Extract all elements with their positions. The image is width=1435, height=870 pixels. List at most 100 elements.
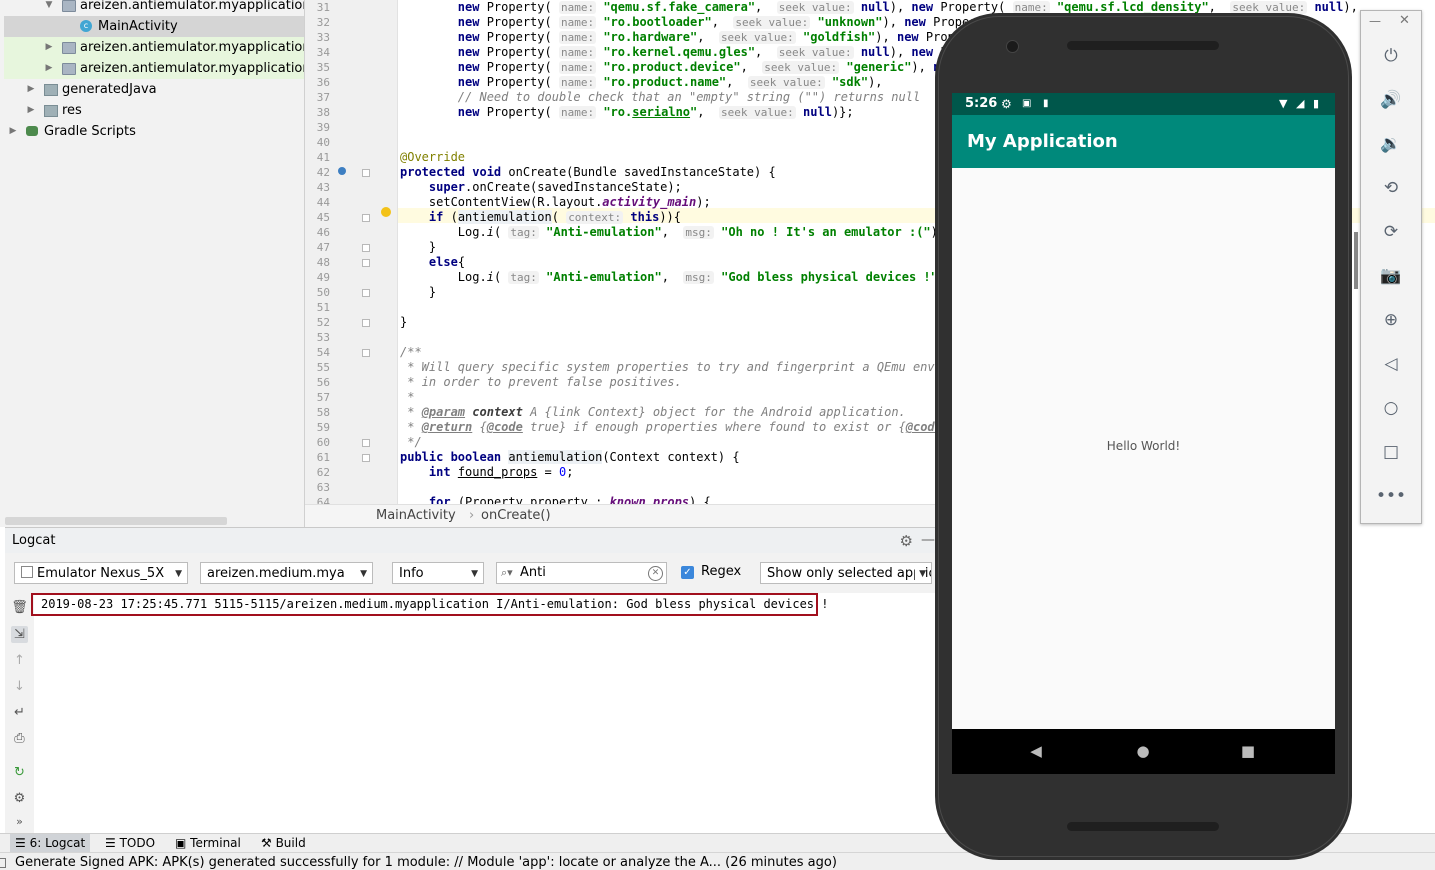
logcat-search-input[interactable]: ⌕▾ Anti ✕ xyxy=(496,562,667,584)
speaker-grille xyxy=(1067,822,1219,831)
minimize-icon[interactable]: — xyxy=(1369,14,1381,28)
tab-terminal[interactable]: ▣ Terminal xyxy=(170,834,246,853)
code-line: new Property( name: "ro.serialno", seek … xyxy=(457,105,854,119)
line-number: 46 xyxy=(316,226,330,239)
regex-checkbox[interactable]: ✓ xyxy=(681,566,694,579)
fold-icon[interactable] xyxy=(362,169,370,177)
tree-item-label: res xyxy=(62,103,82,118)
fold-icon[interactable] xyxy=(362,454,370,462)
fold-icon[interactable] xyxy=(362,439,370,447)
line-number: 43 xyxy=(316,181,330,194)
tree-item-res[interactable]: ▶ res xyxy=(4,100,304,121)
resize-handle[interactable] xyxy=(1354,232,1358,289)
restart-icon[interactable]: ↻ xyxy=(11,764,28,781)
overview-icon[interactable]: ■ xyxy=(1228,729,1268,774)
line-number: 36 xyxy=(316,76,330,89)
tree-item-gradle-scripts[interactable]: ▶ Gradle Scripts xyxy=(4,121,304,142)
code-line: Log.i( tag: "Anti-emulation", msg: "God … xyxy=(400,270,952,284)
line-number: 56 xyxy=(316,376,330,389)
collapse-arrow-icon[interactable]: ▶ xyxy=(26,100,36,121)
status-toggle-icon[interactable] xyxy=(0,858,6,868)
rotate-right-icon[interactable]: ⟳ xyxy=(1376,217,1406,247)
rotate-left-icon[interactable]: ⟲ xyxy=(1376,173,1406,203)
more-icon[interactable]: » xyxy=(11,813,28,830)
soft-wrap-icon[interactable]: ↵ xyxy=(11,704,28,721)
breadcrumb-method[interactable]: onCreate() xyxy=(481,505,551,527)
gear-icon[interactable]: ⚙ xyxy=(11,790,28,807)
print-icon[interactable]: ⎙ xyxy=(11,730,28,747)
trash-icon[interactable]: 🗑 xyxy=(11,599,28,616)
fold-icon[interactable] xyxy=(362,349,370,357)
collapse-arrow-icon[interactable]: ▶ xyxy=(26,79,36,100)
code-line: } xyxy=(400,285,437,299)
volume-down-icon[interactable]: 🔉 xyxy=(1376,129,1406,159)
code-line: * in order to prevent false positives. xyxy=(400,375,682,389)
volume-up-icon[interactable]: 🔊 xyxy=(1376,85,1406,115)
home-icon[interactable]: ● xyxy=(1123,729,1163,774)
line-number: 50 xyxy=(316,286,330,299)
up-arrow-icon[interactable]: ↑ xyxy=(11,652,28,669)
zoom-icon[interactable]: ⊕ xyxy=(1376,305,1406,335)
filter-select[interactable]: Show only selected application ▼ xyxy=(760,562,932,584)
tree-item-label: generatedJava xyxy=(62,82,157,97)
horizontal-scrollbar[interactable] xyxy=(5,517,227,525)
minimize-icon[interactable]: — xyxy=(921,532,935,548)
device-select-value: Emulator Nexus_5X xyxy=(37,566,165,581)
status-message[interactable]: Generate Signed APK: APK(s) generated su… xyxy=(15,853,837,870)
device-select[interactable]: Emulator Nexus_5X ▼ xyxy=(14,562,188,584)
fold-icon[interactable] xyxy=(362,214,370,222)
line-number: 44 xyxy=(316,196,330,209)
list-icon: ☰ xyxy=(105,836,120,850)
tab-label: Build xyxy=(275,836,306,850)
line-number: 48 xyxy=(316,256,330,269)
logcat-output[interactable]: 2019-08-23 17:25:45.771 5115-5115/areize… xyxy=(31,593,935,833)
back-icon[interactable]: ◁ xyxy=(1376,349,1406,379)
tree-item-mainactivity[interactable]: c MainActivity xyxy=(4,16,304,37)
camera-icon[interactable]: 📷 xyxy=(1376,261,1406,291)
tree-item-package-test[interactable]: ▶ areizen.antiemulator.myapplication xyxy=(4,58,304,79)
process-select[interactable]: areizen.medium.mya ▼ xyxy=(200,562,373,584)
emulator-screen[interactable]: 5:26 ⚙ ▣ ▮ ▼ ◢ ▮ My Application Hello Wo… xyxy=(952,93,1335,774)
line-number: 51 xyxy=(316,301,330,314)
fold-icon[interactable] xyxy=(362,244,370,252)
collapse-arrow-icon[interactable]: ▶ xyxy=(44,37,54,58)
collapse-arrow-icon[interactable]: ▶ xyxy=(8,121,18,142)
hello-text: Hello World! xyxy=(1106,439,1181,453)
more-icon[interactable]: ••• xyxy=(1376,481,1406,511)
tab-todo[interactable]: ☰ TODO xyxy=(100,834,160,853)
tree-item-package-androidtest[interactable]: ▶ areizen.antiemulator.myapplication xyxy=(4,37,304,58)
clear-icon[interactable]: ✕ xyxy=(648,566,663,581)
tab-logcat[interactable]: ☰ 6: Logcat xyxy=(10,834,91,853)
tree-item-generatedjava[interactable]: ▶ generatedJava xyxy=(4,79,304,100)
search-icon: ⌕▾ xyxy=(501,566,513,579)
fold-icon[interactable] xyxy=(362,259,370,267)
back-icon[interactable]: ◀ xyxy=(1016,729,1056,774)
fold-icon[interactable] xyxy=(362,319,370,327)
home-icon[interactable]: ○ xyxy=(1376,393,1406,423)
breadcrumb: MainActivity › onCreate() xyxy=(305,504,935,527)
line-number: 41 xyxy=(316,151,330,164)
notification-a-icon: ▣ xyxy=(1022,98,1032,109)
overview-icon[interactable]: □ xyxy=(1376,437,1406,467)
log-entry[interactable]: 2019-08-23 17:25:45.771 5115-5115/areize… xyxy=(31,593,828,616)
tree-item-package[interactable]: ▼ areizen.antiemulator.myapplication xyxy=(4,0,304,16)
code-line: setContentView(R.layout.activity_main); xyxy=(400,195,711,209)
collapse-arrow-icon[interactable]: ▶ xyxy=(44,58,54,79)
override-marker-icon[interactable] xyxy=(338,167,346,175)
breadcrumb-file[interactable]: MainActivity xyxy=(376,505,456,527)
tab-build[interactable]: ⚒ Build xyxy=(256,834,311,853)
line-number: 39 xyxy=(316,121,330,134)
down-arrow-icon[interactable]: ↓ xyxy=(11,678,28,695)
gear-icon[interactable]: ⚙ xyxy=(900,532,913,550)
line-number: 33 xyxy=(316,31,330,44)
power-icon[interactable]: ⏻ xyxy=(1376,41,1406,71)
lightbulb-icon[interactable] xyxy=(381,207,391,217)
scroll-to-end-icon[interactable]: ⇲ xyxy=(11,626,28,643)
close-icon[interactable]: ✕ xyxy=(1399,13,1410,28)
log-level-select[interactable]: Info ▼ xyxy=(392,562,484,584)
gutter-divider xyxy=(397,0,398,504)
expand-arrow-icon[interactable]: ▼ xyxy=(44,0,54,16)
line-number: 32 xyxy=(316,16,330,29)
fold-icon[interactable] xyxy=(362,289,370,297)
settings-icon: ⚙ xyxy=(1001,97,1012,111)
